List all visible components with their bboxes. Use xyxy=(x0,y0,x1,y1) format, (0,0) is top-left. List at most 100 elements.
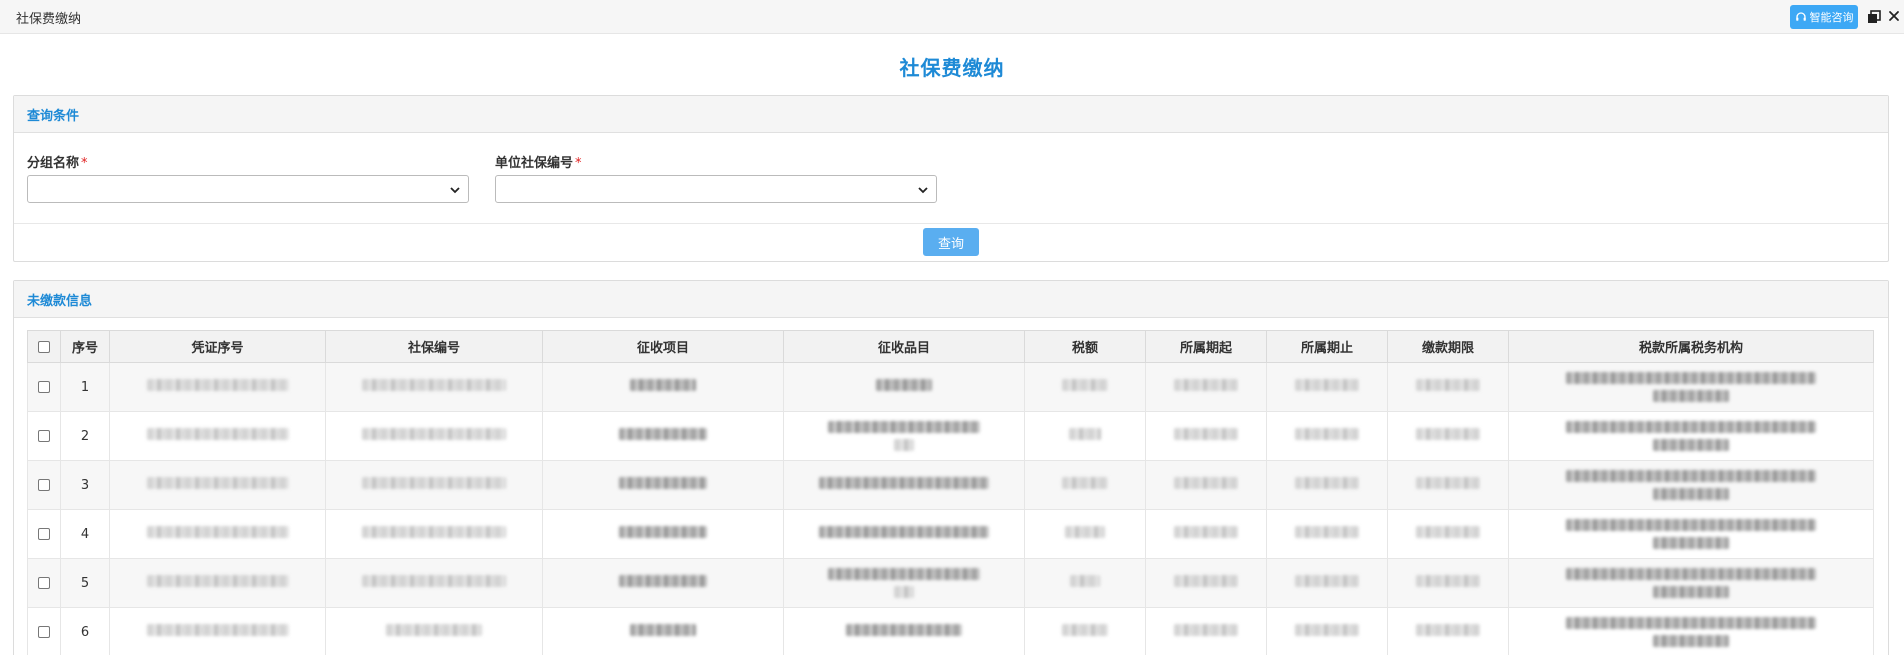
voucher-no-cell xyxy=(109,558,326,608)
column-header[interactable]: 所属期止 xyxy=(1266,330,1388,363)
redacted-value xyxy=(1416,477,1480,489)
row-checkbox[interactable] xyxy=(38,430,50,442)
group-name-field-label: 分组名称 * xyxy=(27,152,88,171)
column-header[interactable]: 凭证序号 xyxy=(109,330,326,363)
row-select-cell xyxy=(27,607,61,655)
payment-deadline-cell xyxy=(1387,607,1509,655)
restore-window-icon[interactable] xyxy=(1866,9,1882,25)
redacted-value xyxy=(630,624,696,636)
tax-authority-cell xyxy=(1508,460,1874,510)
select-all-cell xyxy=(27,330,61,363)
redacted-value xyxy=(1062,477,1108,489)
redacted-value xyxy=(1174,379,1238,391)
social-security-no-cell xyxy=(325,509,543,559)
redacted-value xyxy=(894,586,914,598)
unpaid-section-title: 未缴款信息 xyxy=(14,281,1888,318)
payment-deadline-cell xyxy=(1387,558,1509,608)
row-checkbox[interactable] xyxy=(38,626,50,638)
redacted-value xyxy=(1653,390,1729,402)
required-mark: * xyxy=(575,156,582,171)
redacted-value xyxy=(1416,624,1480,636)
column-header[interactable]: 序号 xyxy=(60,330,110,363)
table-row[interactable]: 4 xyxy=(27,509,1874,559)
redacted-value xyxy=(1566,519,1816,531)
divider xyxy=(14,223,1888,224)
unit-code-select[interactable] xyxy=(495,175,937,203)
levy-item-cell xyxy=(542,607,784,655)
redacted-value xyxy=(619,428,707,440)
row-checkbox[interactable] xyxy=(38,479,50,491)
redacted-value xyxy=(146,575,289,587)
column-header[interactable]: 税额 xyxy=(1024,330,1146,363)
redacted-value xyxy=(1566,568,1816,580)
row-checkbox[interactable] xyxy=(38,381,50,393)
redacted-value xyxy=(1653,439,1729,451)
search-button[interactable]: 查询 xyxy=(923,228,979,256)
column-header[interactable]: 社保编号 xyxy=(325,330,543,363)
levy-item-cell xyxy=(542,460,784,510)
levy-category-cell xyxy=(783,362,1025,412)
chevron-down-icon xyxy=(450,187,460,194)
redacted-value xyxy=(1416,575,1480,587)
smart-consult-button[interactable]: 智能咨询 xyxy=(1790,5,1858,29)
select-all-checkbox[interactable] xyxy=(38,340,50,353)
redacted-value xyxy=(146,624,289,636)
table-row[interactable]: 5 xyxy=(27,558,1874,608)
required-mark: * xyxy=(81,156,88,171)
tax-authority-cell xyxy=(1508,362,1874,412)
table-row[interactable]: 3 xyxy=(27,460,1874,510)
unpaid-panel: 未缴款信息 序号 凭证序号 社保编号 征收项目 征收品目 税额 所属期起 所属期… xyxy=(13,280,1889,655)
social-security-no-cell xyxy=(325,607,543,655)
redacted-value xyxy=(1069,428,1101,440)
row-checkbox[interactable] xyxy=(38,528,50,540)
column-header[interactable]: 征收项目 xyxy=(542,330,784,363)
column-header[interactable]: 征收品目 xyxy=(783,330,1025,363)
redacted-value xyxy=(362,477,506,489)
redacted-value xyxy=(1566,372,1816,384)
redacted-value xyxy=(1416,379,1480,391)
redacted-value xyxy=(1653,488,1729,500)
table-row[interactable]: 6 xyxy=(27,607,1874,655)
unpaid-table-wrap: 序号 凭证序号 社保编号 征收项目 征收品目 税额 所属期起 所属期止 缴款期限… xyxy=(27,330,1874,655)
redacted-value xyxy=(386,624,482,636)
period-end-cell xyxy=(1266,460,1388,510)
group-name-select[interactable] xyxy=(27,175,469,203)
redacted-value xyxy=(1295,624,1359,636)
chevron-down-icon xyxy=(918,187,928,194)
payment-deadline-cell xyxy=(1387,460,1509,510)
page-title: 社保费缴纳 xyxy=(899,56,1005,80)
row-number: 5 xyxy=(60,558,110,608)
table-row[interactable]: 1 xyxy=(27,362,1874,412)
tax-amount-cell xyxy=(1024,362,1146,412)
levy-category-cell xyxy=(783,460,1025,510)
tab-title[interactable]: 社保费缴纳 xyxy=(16,8,81,27)
row-checkbox[interactable] xyxy=(38,577,50,589)
payment-deadline-cell xyxy=(1387,509,1509,559)
tax-authority-cell xyxy=(1508,607,1874,655)
table-row[interactable]: 2 xyxy=(27,411,1874,461)
close-icon[interactable] xyxy=(1886,8,1902,24)
redacted-value xyxy=(1653,635,1729,647)
column-header[interactable]: 税款所属税务机构 xyxy=(1508,330,1874,363)
row-select-cell xyxy=(27,509,61,559)
group-name-label: 分组名称 xyxy=(27,156,80,171)
tax-amount-cell xyxy=(1024,460,1146,510)
redacted-value xyxy=(1566,617,1816,629)
redacted-value xyxy=(1416,428,1480,440)
column-header[interactable]: 所属期起 xyxy=(1145,330,1267,363)
redacted-value xyxy=(819,477,989,489)
period-end-cell xyxy=(1266,362,1388,412)
column-header[interactable]: 缴款期限 xyxy=(1387,330,1509,363)
redacted-value xyxy=(630,379,696,391)
voucher-no-cell xyxy=(109,362,326,412)
payment-deadline-cell xyxy=(1387,411,1509,461)
levy-item-cell xyxy=(542,411,784,461)
social-security-no-cell xyxy=(325,362,543,412)
period-end-cell xyxy=(1266,558,1388,608)
redacted-value xyxy=(1295,477,1359,489)
redacted-value xyxy=(619,575,707,587)
redacted-value xyxy=(876,379,932,391)
redacted-value xyxy=(619,477,707,489)
row-number: 6 xyxy=(60,607,110,655)
row-select-cell xyxy=(27,558,61,608)
